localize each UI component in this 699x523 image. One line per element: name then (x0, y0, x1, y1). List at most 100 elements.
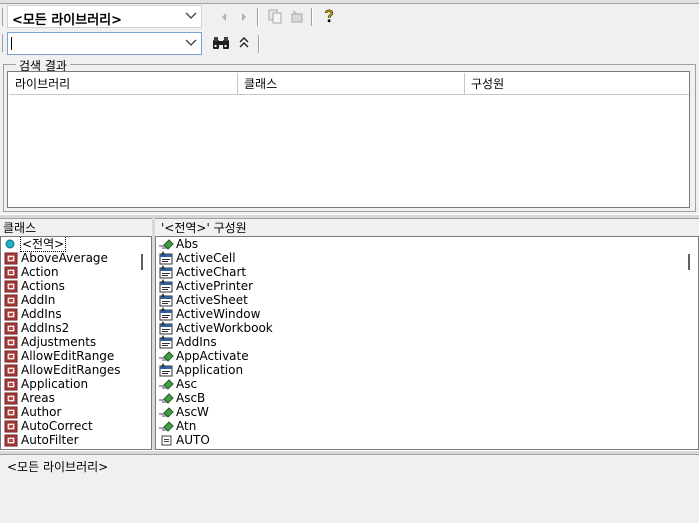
details-text: <모든 라이브러리> (7, 460, 109, 474)
column-header-class[interactable]: 클래스 (238, 73, 465, 95)
constant-icon (158, 433, 174, 447)
property-icon (158, 279, 174, 293)
list-item-label: Atn (176, 419, 197, 433)
text-caret (11, 37, 12, 50)
list-item-label: AscB (176, 391, 206, 405)
method-icon (158, 377, 174, 391)
property-icon (158, 293, 174, 307)
back-button[interactable] (214, 7, 234, 27)
forward-button[interactable] (234, 7, 254, 27)
method-icon (158, 391, 174, 405)
members-title: '<전역>' 구성원 (161, 221, 247, 235)
property-icon (158, 265, 174, 279)
list-item-label: AppActivate (176, 349, 249, 363)
view-definition-icon (291, 10, 303, 23)
list-item-label: AddIns (21, 307, 62, 321)
class-icon (3, 265, 19, 279)
list-item-label: Action (21, 265, 59, 279)
list-item-label: ActiveSheet (176, 293, 248, 307)
chevron-double-up-icon (239, 37, 249, 48)
property-icon (158, 307, 174, 321)
class-icon (3, 405, 19, 419)
method-icon (158, 405, 174, 419)
class-icon (3, 363, 19, 377)
method-icon (158, 419, 174, 433)
classes-list[interactable]: <전역> AboveAverage Action Actions AddIn A… (0, 236, 152, 450)
list-item-label: AllowEditRange (21, 349, 115, 363)
list-item-label: AutoCorrect (21, 419, 93, 433)
window-top-edge (0, 0, 699, 4)
list-item-label: ActiveCell (176, 251, 236, 265)
class-icon (3, 293, 19, 307)
list-item-label: ActivePrinter (176, 279, 254, 293)
class-icon (3, 419, 19, 433)
library-combo[interactable]: <모든 라이브러리> (7, 5, 202, 28)
help-button[interactable] (319, 6, 339, 26)
class-icon (3, 377, 19, 391)
class-icon (3, 335, 19, 349)
toolbar-separator (258, 35, 260, 53)
list-item-label: AddIns2 (21, 321, 70, 335)
toolbar-grip (2, 34, 5, 52)
list-item-label: <전역> (19, 237, 67, 252)
class-icon (3, 433, 19, 447)
toolbar-separator (257, 8, 259, 26)
class-icon (3, 321, 19, 335)
list-item-label: Asc (176, 377, 198, 391)
list-item[interactable]: <전역> (1, 237, 151, 252)
classes-title: 클래스 (3, 221, 37, 235)
list-item-label: Areas (21, 391, 55, 405)
results-splitter[interactable] (0, 214, 699, 219)
binoculars-icon (213, 37, 229, 49)
classes-scrollbar-thumb[interactable] (141, 254, 143, 270)
property-icon (158, 321, 174, 335)
list-item-label: ActiveChart (176, 265, 247, 279)
list-item-label: Application (21, 377, 89, 391)
list-item-label: Adjustments (21, 335, 97, 349)
toolbar-separator (311, 8, 313, 26)
list-item-label: Author (21, 405, 62, 419)
property-icon (158, 251, 174, 265)
list-item-label: ActiveWindow (176, 307, 261, 321)
help-icon (324, 9, 334, 23)
chevron-down-icon[interactable] (183, 7, 199, 25)
copy-button[interactable] (265, 6, 285, 26)
members-scrollbar-thumb[interactable] (688, 254, 690, 270)
collapse-results-button[interactable] (234, 33, 254, 53)
list-item-label: AddIn (21, 293, 56, 307)
method-icon (158, 349, 174, 363)
class-icon (3, 251, 19, 265)
search-results-list[interactable]: 라이브러리 클래스 구성원 (7, 71, 690, 208)
column-header-library[interactable]: 라이브러리 (9, 73, 238, 95)
toolbar-grip (2, 8, 5, 26)
copy-icon (268, 9, 282, 24)
list-item-label: AllowEditRanges (21, 363, 121, 377)
list-item-label: Actions (21, 279, 65, 293)
class-icon (3, 349, 19, 363)
library-combo-value: <모든 라이브러리> (12, 13, 123, 28)
details-pane: <모든 라이브러리> (0, 454, 699, 516)
property-icon (158, 363, 174, 377)
list-item-label: Abs (176, 237, 199, 251)
globe-icon (3, 237, 19, 251)
method-icon (158, 237, 174, 251)
list-item-label: AutoFilter (21, 433, 79, 447)
property-icon (158, 335, 174, 349)
view-definition-button[interactable] (287, 6, 307, 26)
list-item-label: Application (176, 363, 244, 377)
list-item-label: ActiveWorkbook (176, 321, 273, 335)
list-item-label: AUTO (176, 433, 210, 447)
column-header-member[interactable]: 구성원 (465, 73, 689, 95)
list-item-label: AddIns (176, 335, 217, 349)
search-button[interactable] (211, 33, 231, 53)
arrow-left-icon (222, 13, 226, 21)
members-list[interactable]: Abs ActiveCell ActiveChart ActivePrinter… (155, 236, 699, 450)
class-icon (3, 307, 19, 321)
search-combo[interactable] (7, 32, 202, 55)
list-item-label: AscW (176, 405, 209, 419)
class-icon (3, 391, 19, 405)
list-item-label: AboveAverage (21, 251, 108, 265)
chevron-down-icon[interactable] (183, 34, 199, 52)
class-icon (3, 279, 19, 293)
arrow-right-icon (242, 13, 246, 21)
